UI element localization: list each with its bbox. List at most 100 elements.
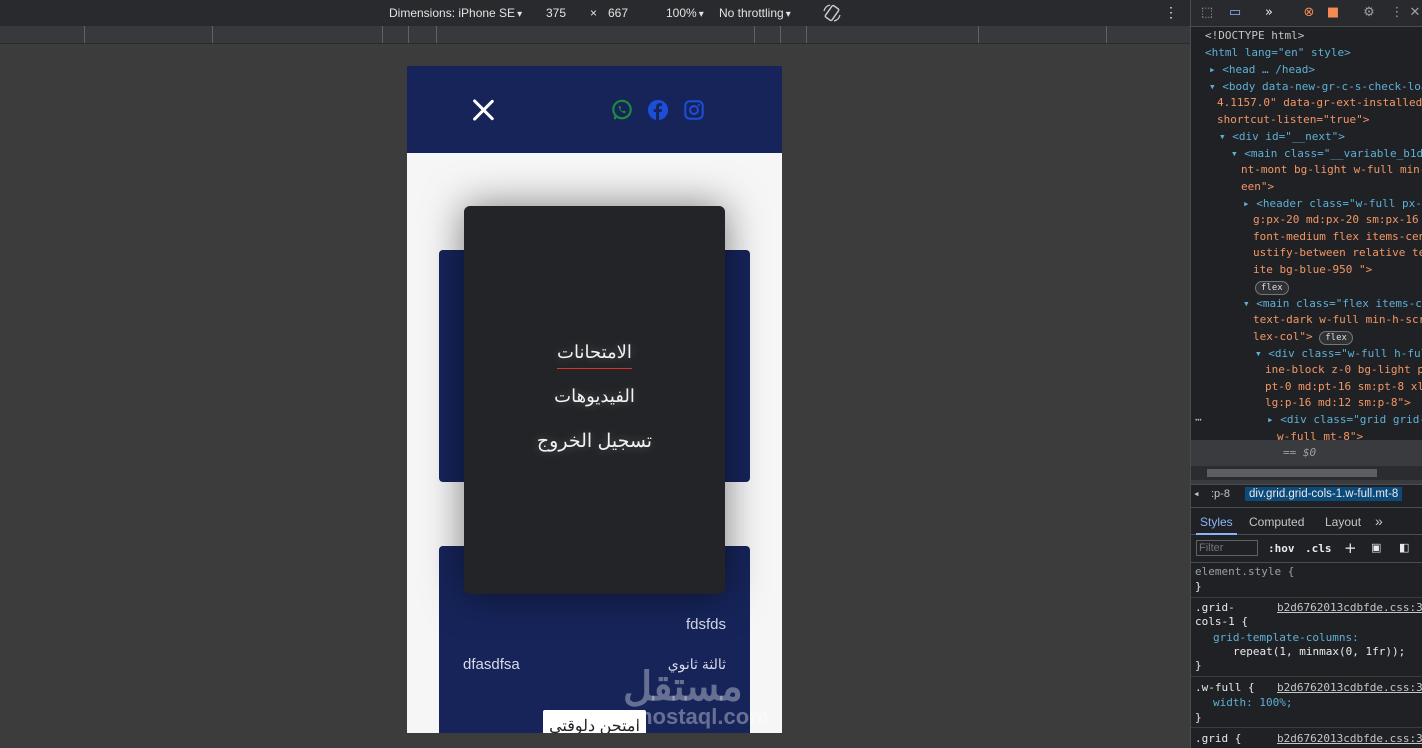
dom-line[interactable]: ▸ <head … /head> (1209, 62, 1315, 78)
dom-line-text: div class="grid grid- (1286, 413, 1422, 426)
dom-line[interactable]: ▾ <div class="w-full h-ful (1255, 346, 1422, 362)
ellipsis-icon[interactable]: ⋯ (1195, 412, 1202, 428)
rule-close: } (1195, 580, 1202, 593)
rule-selector: .w-full { (1195, 681, 1255, 694)
dom-line[interactable]: ▸ <header class="w-full px- (1243, 196, 1422, 212)
devtools-panel: ⬚ ▭ » ⊗ ■ ⚙ ⋮ ✕ <!DOCTYPE html> <html la… (1190, 0, 1422, 748)
throttling-select[interactable]: No throttling (719, 6, 791, 20)
dom-line[interactable]: ▾ <div id="__next"> (1219, 129, 1345, 145)
style-rule-grid[interactable]: .grid { b2d6762013cdbfde.css:3 (1191, 728, 1422, 748)
dom-line-text: head … /head (1228, 63, 1309, 76)
tab-styles[interactable]: Styles (1196, 515, 1237, 535)
dom-line[interactable]: ustify-between relative te (1253, 245, 1422, 261)
dom-line[interactable]: pt-0 md:pt-16 sm:pt-8 xl (1265, 379, 1422, 395)
device-toolbar: Dimensions: iPhone SE 375 × 667 100% No … (0, 0, 1190, 26)
instagram-icon[interactable] (683, 99, 705, 121)
cls-toggle[interactable]: .cls (1305, 542, 1332, 555)
rule-close: } (1195, 659, 1202, 672)
dom-line[interactable]: lex-col"> flex (1253, 329, 1353, 345)
media-query-ruler (0, 26, 1190, 44)
more-tabs-icon[interactable]: » (1375, 513, 1383, 529)
rule-source-link[interactable]: b2d6762013cdbfde.css:3 (1277, 600, 1422, 616)
rule-source-link[interactable]: b2d6762013cdbfde.css:3 (1277, 731, 1422, 747)
dom-line[interactable]: een"> (1241, 179, 1274, 195)
dom-line[interactable]: <!DOCTYPE html> (1205, 28, 1304, 44)
dom-line[interactable]: nt-mont bg-light w-full min- (1241, 162, 1422, 178)
devtools-menu-icon[interactable]: ⋮ (1389, 5, 1405, 21)
rotate-icon[interactable] (822, 3, 842, 23)
dom-line[interactable]: ▾ <main class="__variable_b1da (1231, 146, 1422, 162)
style-rule-w-full[interactable]: .w-full { b2d6762013cdbfde.css:3 width: … (1191, 677, 1422, 728)
breadcrumb-item[interactable]: :p-8 (1211, 488, 1230, 500)
rule-close: } (1195, 711, 1202, 724)
css-declaration[interactable]: width: 100%; (1213, 695, 1292, 711)
mobile-nav-menu: الامتحانات الفيديوهات تسجيل الخروج (464, 206, 725, 594)
rule-selector-cont: cols-1 { (1195, 615, 1248, 628)
dom-line[interactable]: g:px-20 md:px-20 sm:px-16 (1253, 212, 1419, 228)
whatsapp-icon[interactable] (611, 99, 633, 121)
nav-item-exams-label: الامتحانات (557, 342, 632, 369)
flex-badge[interactable]: flex (1255, 279, 1289, 295)
dom-line-text: lex-col"> (1253, 330, 1313, 343)
more-options-icon[interactable]: ⋮ (1164, 4, 1178, 21)
breadcrumb-scroll-left-icon[interactable]: ◂ (1193, 487, 1200, 500)
dom-line[interactable]: ine-block z-0 bg-light p (1265, 362, 1422, 378)
card-title: fdsfds (685, 616, 726, 633)
scrollbar-thumb[interactable] (1207, 469, 1377, 477)
dom-line[interactable]: <html lang="en" style> (1205, 45, 1351, 61)
dom-line[interactable]: font-medium flex items-cen (1253, 229, 1422, 245)
dom-line-text: header class="w-full px- (1262, 197, 1422, 210)
breadcrumb: ◂ :p-8 div.grid.grid-cols-1.w-full.mt-8 (1191, 484, 1422, 508)
style-rule-element[interactable]: element.style { } (1191, 562, 1422, 598)
width-input[interactable]: 375 (546, 6, 566, 20)
dom-line-text: body data-new-gr-c-s-check-load (1228, 80, 1422, 93)
hov-toggle[interactable]: :hov (1268, 542, 1295, 555)
facebook-icon[interactable] (647, 99, 669, 121)
dom-line[interactable]: ▾ <main class="flex items-ce (1243, 296, 1422, 312)
phone-viewport: fdsfds ثالثة ثانوي dfasdfsa امتحن دلوقتي… (407, 66, 782, 733)
breadcrumb-item-active[interactable]: div.grid.grid-cols-1.w-full.mt-8 (1245, 487, 1403, 501)
dom-line[interactable]: text-dark w-full min-h-scr (1253, 312, 1422, 328)
add-rule-icon[interactable]: + (1344, 539, 1357, 557)
rule-selector: element.style { (1195, 565, 1295, 578)
zoom-select[interactable]: 100% (666, 6, 704, 20)
css-value[interactable]: repeat(1, minmax(0, 1fr)); (1233, 644, 1405, 660)
device-toggle-icon[interactable]: ▭ (1227, 5, 1243, 21)
error-count-icon[interactable]: ⊗ (1301, 5, 1317, 21)
device-select[interactable]: Dimensions: iPhone SE (389, 6, 522, 20)
dom-line[interactable]: 4.1157.0" data-gr-ext-installed (1217, 95, 1422, 111)
dom-line[interactable]: ite bg-blue-950 "> (1253, 262, 1372, 278)
dom-line[interactable]: ▾ <body data-new-gr-c-s-check-load (1209, 79, 1422, 95)
card-description: dfasdfsa (463, 656, 520, 673)
nav-item-logout[interactable]: تسجيل الخروج (464, 430, 725, 453)
dom-tree[interactable]: <!DOCTYPE html> <html lang="en" style> ▸… (1191, 28, 1422, 488)
style-rule-grid-cols[interactable]: .grid- b2d6762013cdbfde.css:3 cols-1 { g… (1191, 598, 1422, 677)
flex-badge[interactable]: flex (1319, 331, 1353, 345)
dom-line[interactable]: lg:p-16 md:12 sm:p-8"> (1265, 395, 1411, 411)
warning-count-icon[interactable]: ■ (1325, 5, 1341, 21)
take-exam-button[interactable]: امتحن دلوقتي (543, 710, 646, 733)
dom-line-selected[interactable]: ▸ <div class="grid grid- (1267, 412, 1422, 428)
paint-brush-icon[interactable]: ▣ (1371, 541, 1381, 554)
tab-computed[interactable]: Computed (1249, 515, 1304, 529)
dom-line[interactable]: shortcut-listen="true"> (1217, 112, 1369, 128)
dom-line-text: main class="flex items-ce (1262, 297, 1422, 310)
nav-item-videos[interactable]: الفيديوهات (464, 386, 725, 407)
horizontal-scrollbar[interactable] (1191, 466, 1422, 480)
dollar-zero-marker: == $0 (1283, 446, 1317, 459)
close-menu-button[interactable] (471, 98, 495, 122)
rule-source-link[interactable]: b2d6762013cdbfde.css:3 (1277, 680, 1422, 696)
inspect-element-icon[interactable]: ⬚ (1199, 5, 1215, 21)
settings-gear-icon[interactable]: ⚙ (1361, 5, 1377, 21)
nav-item-exams[interactable]: الامتحانات (464, 342, 725, 369)
more-tabs-icon[interactable]: » (1261, 5, 1277, 21)
tab-layout[interactable]: Layout (1325, 515, 1361, 529)
close-devtools-icon[interactable]: ✕ (1407, 5, 1422, 21)
styles-filter-input[interactable] (1196, 540, 1258, 556)
height-input[interactable]: 667 (608, 6, 628, 20)
flex-badge-label: flex (1255, 281, 1289, 295)
toggle-sidebar-icon[interactable]: ◧ (1399, 541, 1409, 554)
dom-line-selected[interactable]: w-full mt-8"> (1277, 429, 1363, 445)
devtools-tabbar: ⬚ ▭ » ⊗ ■ ⚙ ⋮ ✕ (1191, 0, 1422, 27)
styles-filter-bar: :hov .cls + ▣ ◧ (1191, 536, 1422, 563)
